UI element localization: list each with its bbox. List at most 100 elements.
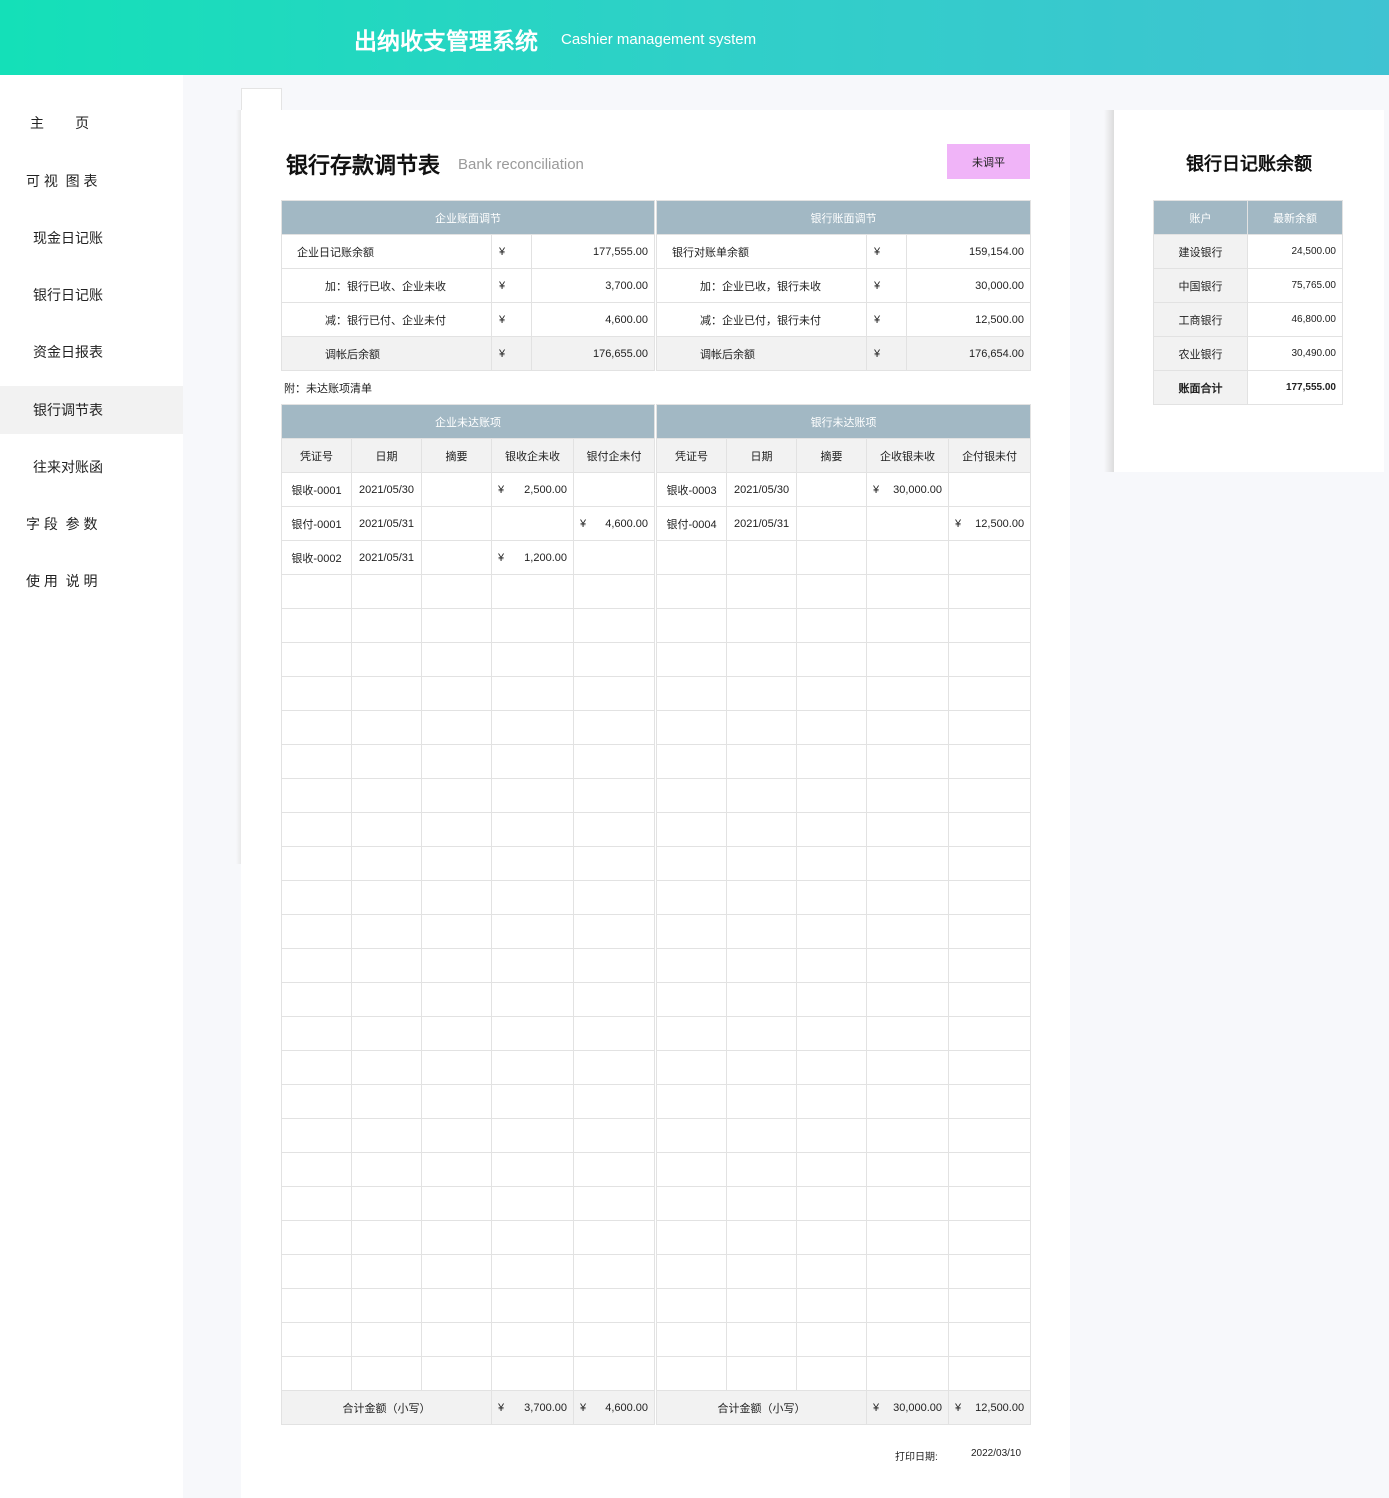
sidebar-item-daily-report[interactable]: 资金日报表 — [0, 328, 183, 376]
empty-cell[interactable] — [572, 846, 656, 881]
empty-cell[interactable] — [726, 1220, 798, 1255]
empty-cell[interactable] — [421, 744, 492, 779]
empty-cell[interactable] — [572, 1016, 656, 1051]
empty-cell[interactable] — [491, 914, 574, 949]
empty-cell[interactable] — [656, 982, 728, 1017]
empty-cell[interactable] — [866, 1322, 950, 1357]
empty-cell[interactable] — [656, 1322, 728, 1357]
empty-cell[interactable] — [491, 1118, 574, 1153]
empty-cell[interactable] — [491, 1084, 574, 1119]
empty-cell[interactable] — [796, 1050, 868, 1085]
voucher-cell[interactable]: 银付-0001 — [281, 506, 352, 541]
empty-cell[interactable] — [796, 1356, 868, 1391]
empty-cell[interactable] — [491, 710, 574, 745]
empty-cell[interactable] — [351, 982, 422, 1017]
voucher-cell[interactable]: 银收-0001 — [281, 472, 352, 507]
sidebar-item-home[interactable]: 主 页 — [0, 99, 183, 147]
empty-cell[interactable] — [726, 1288, 798, 1323]
empty-cell[interactable] — [281, 574, 352, 609]
empty-cell[interactable] — [656, 744, 728, 779]
empty-cell[interactable] — [421, 812, 492, 847]
date-cell[interactable]: 2021/05/31 — [351, 506, 422, 541]
empty-cell[interactable] — [866, 1186, 950, 1221]
empty-cell[interactable] — [572, 1356, 656, 1391]
empty-cell[interactable] — [421, 846, 492, 881]
empty-cell[interactable] — [491, 1322, 574, 1357]
empty-cell[interactable] — [421, 778, 492, 813]
empty-cell[interactable] — [656, 846, 728, 881]
memo-cell[interactable] — [421, 472, 492, 507]
empty-cell[interactable] — [491, 880, 574, 915]
empty-cell[interactable] — [572, 1220, 656, 1255]
voucher-cell[interactable]: 银收-0003 — [656, 472, 728, 507]
empty-cell[interactable] — [866, 1152, 950, 1187]
empty-cell[interactable] — [421, 710, 492, 745]
empty-cell[interactable] — [796, 1084, 868, 1119]
empty-cell[interactable] — [421, 1084, 492, 1119]
empty-cell[interactable] — [572, 1288, 656, 1323]
empty-cell[interactable] — [421, 1152, 492, 1187]
empty-cell[interactable] — [281, 1016, 352, 1051]
empty-cell[interactable] — [866, 778, 950, 813]
empty-cell[interactable] — [726, 880, 798, 915]
empty-cell[interactable] — [491, 1254, 574, 1289]
empty-cell[interactable] — [726, 608, 798, 643]
empty-cell[interactable] — [281, 744, 352, 779]
empty-cell[interactable] — [572, 982, 656, 1017]
empty-cell[interactable] — [351, 676, 422, 711]
empty-cell[interactable] — [351, 1016, 422, 1051]
empty-cell[interactable] — [281, 880, 352, 915]
empty-cell[interactable] — [866, 676, 950, 711]
empty-cell[interactable] — [421, 608, 492, 643]
empty-cell[interactable] — [726, 1254, 798, 1289]
empty-cell[interactable] — [351, 1288, 422, 1323]
empty-cell[interactable] — [726, 1084, 798, 1119]
empty-cell[interactable] — [572, 914, 656, 949]
empty-cell[interactable] — [491, 574, 574, 609]
empty-cell[interactable] — [796, 914, 868, 949]
empty-cell[interactable] — [281, 1152, 352, 1187]
empty-cell[interactable] — [491, 778, 574, 813]
empty-cell[interactable] — [351, 812, 422, 847]
empty-cell[interactable] — [656, 1220, 728, 1255]
empty-cell[interactable] — [726, 1356, 798, 1391]
empty-cell[interactable] — [866, 1050, 950, 1085]
empty-cell[interactable] — [572, 778, 656, 813]
empty-cell[interactable] — [572, 1152, 656, 1187]
empty-cell[interactable] — [726, 948, 798, 983]
empty-cell[interactable] — [351, 1356, 422, 1391]
empty-cell[interactable] — [796, 574, 868, 609]
company-journal-balance[interactable]: 177,555.00 — [530, 234, 656, 269]
empty-cell[interactable] — [948, 574, 1032, 609]
empty-cell[interactable] — [656, 574, 728, 609]
empty-cell[interactable] — [726, 1016, 798, 1051]
empty-cell[interactable] — [572, 710, 656, 745]
empty-cell[interactable] — [656, 1152, 728, 1187]
empty-cell[interactable] — [726, 982, 798, 1017]
amount-cell[interactable] — [491, 506, 574, 541]
empty-cell[interactable] — [351, 778, 422, 813]
empty-cell[interactable] — [281, 676, 352, 711]
empty-cell[interactable] — [866, 1016, 950, 1051]
empty-cell[interactable] — [796, 642, 868, 677]
empty-cell[interactable] — [948, 1016, 1032, 1051]
sidebar-item-instructions[interactable]: 使 用 说 明 — [0, 557, 183, 605]
company-adjusted-balance[interactable]: 176,655.00 — [530, 336, 656, 371]
sidebar-item-bank-journal[interactable]: 银行日记账 — [0, 271, 183, 319]
empty-cell[interactable] — [421, 914, 492, 949]
empty-cell[interactable] — [491, 1356, 574, 1391]
empty-cell[interactable] — [796, 744, 868, 779]
empty-cell[interactable] — [572, 1050, 656, 1085]
empty-cell[interactable] — [796, 778, 868, 813]
empty-cell[interactable] — [281, 1322, 352, 1357]
empty-cell[interactable] — [351, 574, 422, 609]
empty-cell[interactable] — [948, 710, 1032, 745]
empty-cell[interactable] — [948, 540, 1032, 575]
empty-cell[interactable] — [726, 1050, 798, 1085]
empty-cell[interactable] — [726, 812, 798, 847]
empty-cell[interactable] — [726, 540, 798, 575]
empty-cell[interactable] — [421, 1118, 492, 1153]
memo-cell[interactable] — [421, 540, 492, 575]
empty-cell[interactable] — [281, 914, 352, 949]
empty-cell[interactable] — [948, 1220, 1032, 1255]
